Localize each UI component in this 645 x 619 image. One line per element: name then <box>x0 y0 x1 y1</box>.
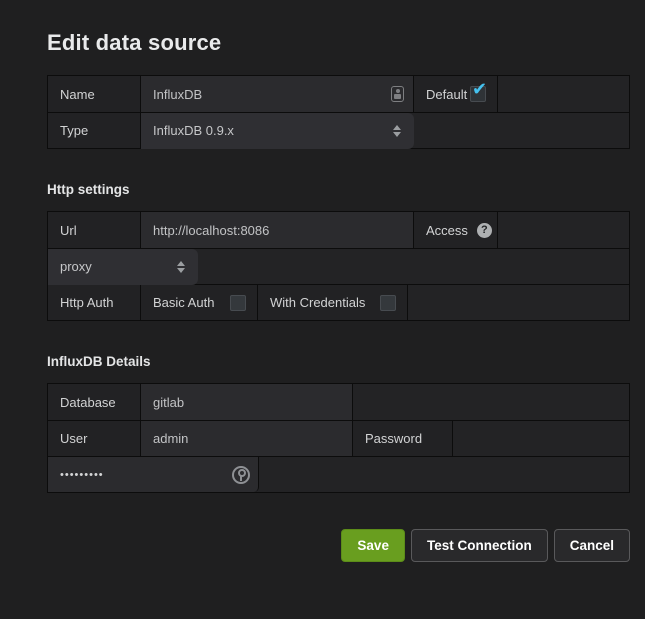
name-label: Name <box>48 76 141 112</box>
name-row-filler <box>498 76 629 112</box>
url-field-cell <box>141 212 414 248</box>
database-field-cell <box>141 384 353 420</box>
cancel-button[interactable]: Cancel <box>554 529 630 562</box>
access-label: Access <box>426 223 468 238</box>
http-settings-heading: Http settings <box>47 182 630 197</box>
url-row-filler <box>498 212 629 248</box>
database-row: Database <box>48 384 629 420</box>
basic-auth-checkbox[interactable] <box>230 295 246 311</box>
name-field-cell <box>141 76 414 112</box>
page-title: Edit data source <box>47 30 630 56</box>
user-label: User <box>48 421 141 456</box>
influxdb-details-table: Database User Password <box>47 383 630 493</box>
access-select[interactable]: proxy <box>48 249 198 285</box>
with-credentials-cell: With Credentials <box>258 285 408 320</box>
name-input[interactable] <box>141 76 413 112</box>
http-auth-row-filler <box>408 285 629 320</box>
url-input[interactable] <box>141 212 413 248</box>
database-row-filler <box>353 384 629 420</box>
type-label: Type <box>48 113 141 148</box>
user-row-filler <box>453 421 629 456</box>
password-row <box>48 456 629 492</box>
basic-settings-table: Name Default Type InfluxDB 0.9.x <box>47 75 630 149</box>
up-down-arrows-icon <box>393 125 401 137</box>
save-button[interactable]: Save <box>341 529 405 562</box>
password-input[interactable] <box>48 457 258 492</box>
with-credentials-label: With Credentials <box>270 295 365 310</box>
influxdb-details-heading: InfluxDB Details <box>47 354 630 369</box>
database-input[interactable] <box>141 384 352 420</box>
access-row-filler: proxy <box>48 249 629 284</box>
url-label: Url <box>48 212 141 248</box>
help-circle-icon[interactable]: ? <box>477 223 492 238</box>
password-label: Password <box>353 421 453 456</box>
with-credentials-checkbox[interactable] <box>380 295 396 311</box>
access-select-value: proxy <box>60 259 92 274</box>
database-label: Database <box>48 384 141 420</box>
basic-auth-label: Basic Auth <box>153 295 214 310</box>
user-input[interactable] <box>141 421 352 456</box>
up-down-arrows-icon <box>177 261 185 273</box>
default-cell: Default <box>414 76 498 112</box>
type-select[interactable]: InfluxDB 0.9.x <box>141 113 414 149</box>
password-field-cell <box>48 457 259 492</box>
autofill-contact-icon <box>391 86 404 102</box>
name-row: Name Default <box>48 76 629 112</box>
access-select-row: proxy <box>48 248 629 284</box>
access-cell: Access ? <box>414 212 498 248</box>
test-connection-button[interactable]: Test Connection <box>411 529 548 562</box>
action-buttons: Save Test Connection Cancel <box>47 529 630 562</box>
key-circle-icon[interactable] <box>232 466 250 484</box>
type-select-value: InfluxDB 0.9.x <box>153 123 234 138</box>
default-checkbox[interactable] <box>470 86 486 102</box>
default-label: Default <box>426 87 467 102</box>
user-field-cell <box>141 421 353 456</box>
user-row: User Password <box>48 420 629 456</box>
type-row: Type InfluxDB 0.9.x <box>48 112 629 148</box>
url-row: Url Access ? <box>48 212 629 248</box>
http-settings-table: Url Access ? proxy Http Auth <box>47 211 630 321</box>
edit-data-source-page: Edit data source Name Default Type Influ… <box>47 30 630 562</box>
type-row-filler: InfluxDB 0.9.x <box>141 113 629 148</box>
http-auth-row: Http Auth Basic Auth With Credentials <box>48 284 629 320</box>
basic-auth-cell: Basic Auth <box>141 285 258 320</box>
password-row-filler <box>259 457 629 492</box>
http-auth-label: Http Auth <box>48 285 141 320</box>
